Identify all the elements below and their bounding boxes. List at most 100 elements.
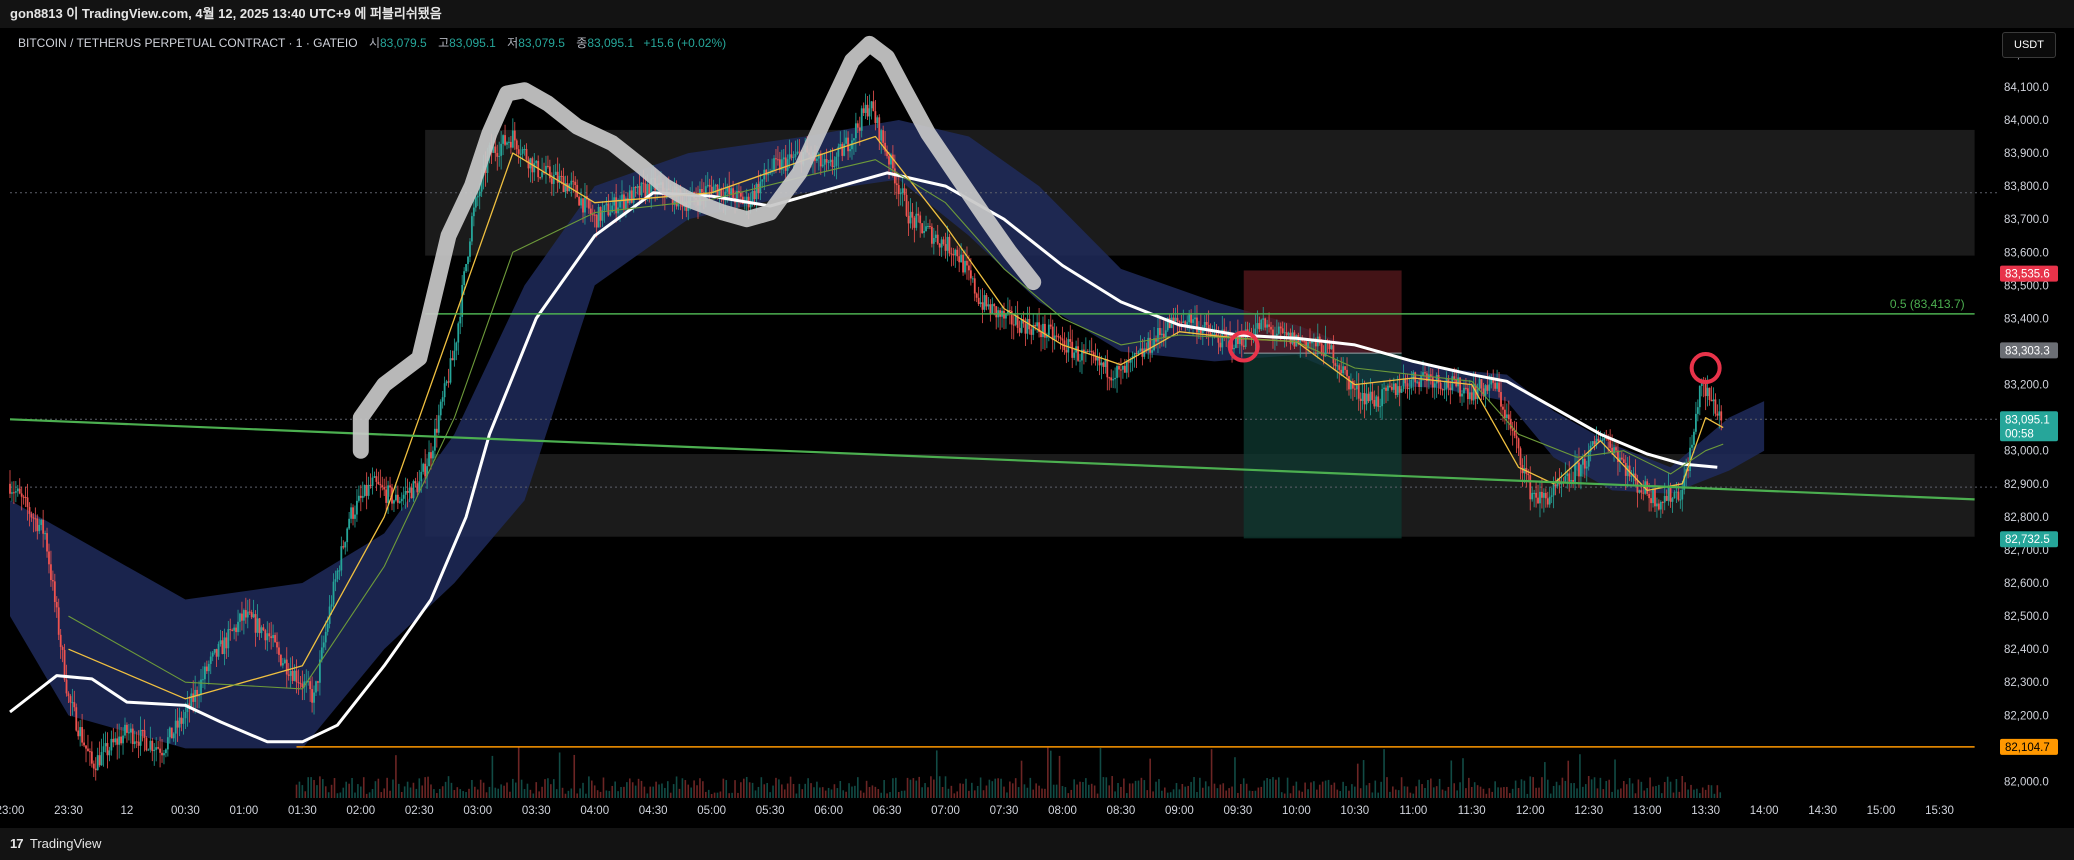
candle-body-759 [1488,384,1491,391]
candle-body-665 [1305,341,1307,349]
candle-body-571 [1121,365,1124,370]
candle-body-35 [77,730,80,737]
volume-bar-3 [304,791,307,798]
candle-body-305 [603,205,606,211]
y-tick-label-16: 83,600.0 [2004,247,2049,259]
volume-bar-75 [514,782,517,798]
candle-body-698 [1369,391,1372,402]
candle-body-322 [636,186,639,188]
volume-bar-243 [1006,792,1008,798]
volume-bar-106 [605,790,608,798]
candle-body-19 [46,533,48,552]
volume-bar-428 [1546,779,1549,798]
volume-bar-11 [327,792,330,798]
candle-body-12 [32,517,35,519]
volume-bar-294 [1155,781,1157,798]
candle-body-600 [1178,320,1181,323]
volume-bar-142 [710,793,713,798]
volume-bar-45 [427,776,429,798]
candle-body-789 [1546,498,1549,505]
volume-bar-409 [1491,791,1494,798]
candle-body-632 [1240,335,1243,346]
volume-bar-468 [1663,782,1666,798]
volume-bar-109 [614,781,616,798]
candle-body-504 [991,304,994,314]
volume-bar-198 [874,786,877,798]
tradingview-logo-icon[interactable]: 17 [10,836,24,851]
volume-bar-15 [339,792,342,798]
candle-body-613 [1203,321,1206,328]
candle-body-25 [57,607,60,635]
volume-bar-172 [798,783,801,798]
candle-body-26 [59,634,62,648]
volume-bar-239 [994,778,997,798]
volume-bar-305 [1187,785,1189,798]
candle-body-155 [311,689,313,703]
volume-bar-477 [1690,784,1692,798]
volume-bar-322 [1237,792,1239,798]
candle-body-34 [75,707,78,731]
candle-body-871 [1706,387,1709,397]
candle-body-646 [1268,324,1270,327]
candle-body-538 [1057,336,1060,338]
candle-body-76 [157,747,160,749]
volume-bar-296 [1161,790,1163,798]
candle-body-428 [843,143,846,156]
volume-bar-289 [1140,777,1143,798]
candle-body-241 [478,191,481,197]
candle-body-150 [301,683,304,688]
volume-bar-37 [403,786,406,798]
volume-bar-339 [1286,777,1289,798]
candle-body-59 [124,724,126,736]
candle-body-261 [517,149,520,154]
candle-body-42 [90,751,93,764]
volume-bar-0 [295,784,298,798]
volume-bar-57 [462,791,464,798]
volume-bar-478 [1693,789,1695,798]
symbol-legend[interactable]: BITCOIN / TETHERUS PERPETUAL CONTRACT · … [18,34,726,51]
candle-body-696 [1365,393,1368,405]
volume-bar-325 [1245,783,1248,798]
candle-body-693 [1359,398,1362,402]
candle-body-225 [447,381,450,383]
candle-body-601 [1180,322,1183,324]
y-tick-label-19: 83,900.0 [2004,148,2049,160]
candle-body-445 [876,117,879,124]
candle-body-589 [1157,327,1159,342]
footer-brand[interactable]: TradingView [30,836,102,851]
candle-body-398 [784,157,787,171]
candle-body-112 [227,629,230,649]
candle-body-148 [297,682,300,684]
volume-bar-135 [690,787,692,798]
volume-bar-169 [789,776,792,798]
volume-bar-80 [529,789,532,798]
volume-bar-88 [552,779,555,798]
symbol-name[interactable]: BITCOIN / TETHERUS PERPETUAL CONTRACT · … [18,36,358,50]
volume-bar-76 [517,746,520,798]
volume-bar-178 [816,781,818,798]
volume-bar-453 [1620,788,1622,798]
candle-body-61 [127,732,130,734]
candle-body-531 [1044,323,1046,338]
candle-body-134 [270,636,273,639]
volume-bar-67 [491,755,494,798]
candle-body-737 [1445,379,1448,390]
candle-body-222 [441,397,444,402]
candle-body-768 [1505,414,1508,419]
x-tick-label-19: 08:30 [1107,805,1136,817]
volume-bar-487 [1719,792,1722,798]
volume-bar-392 [1441,789,1444,798]
candle-body-163 [326,623,329,632]
candle-body-420 [827,162,830,164]
candle-body-149 [299,682,302,684]
volume-bar-401 [1468,777,1470,798]
candle-body-147 [295,670,298,683]
candle-body-94 [192,693,195,702]
candle-body-270 [535,160,538,164]
candle-body-81 [166,737,169,750]
currency-button[interactable]: USDT [2002,32,2056,58]
price-chart[interactable]: 0.5 (83,413.7) 82,000.082,100.082,200.08… [0,28,2074,828]
candle-body-227 [451,358,454,361]
candle-body-555 [1090,350,1093,353]
volume-bar-486 [1716,785,1719,798]
